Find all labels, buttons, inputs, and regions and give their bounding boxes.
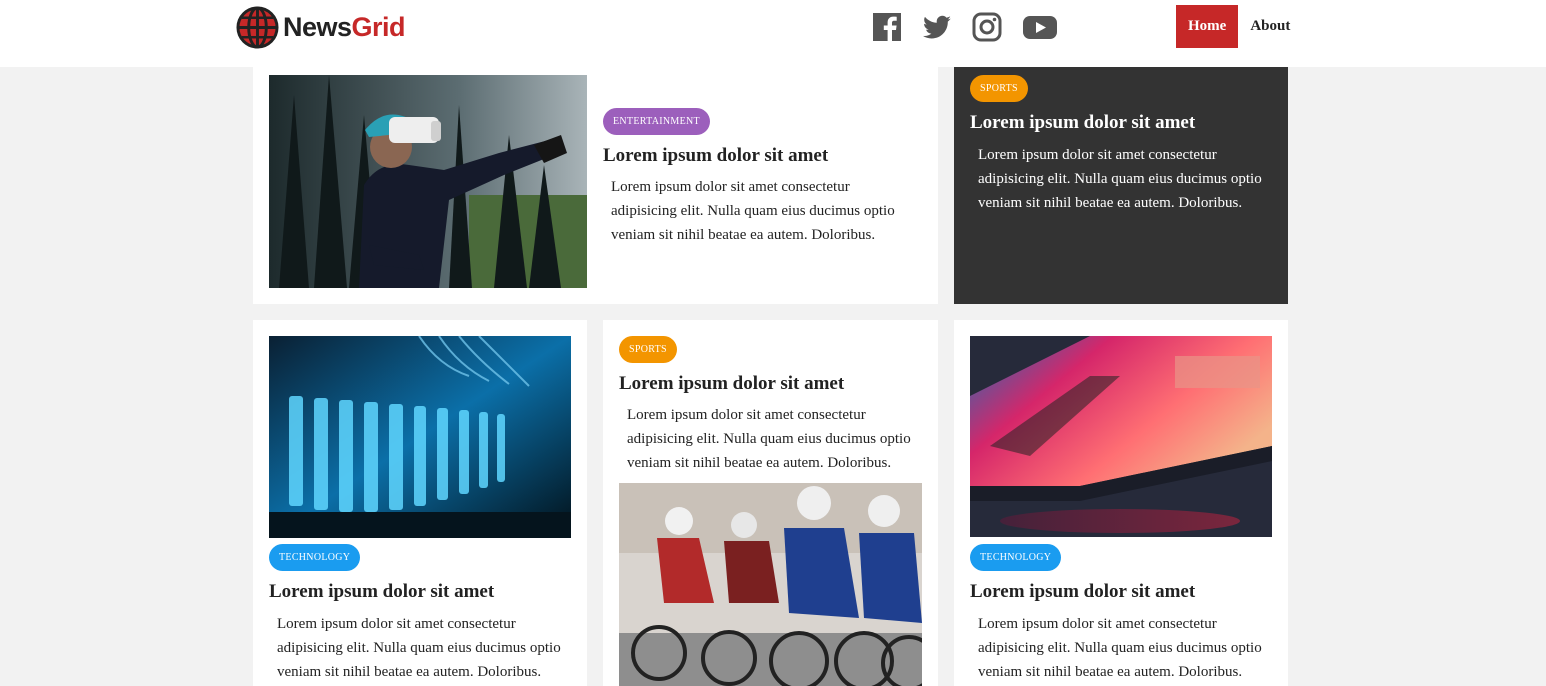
article-excerpt: Lorem ipsum dolor sit amet consectetur a… xyxy=(978,616,1262,680)
article-image-server xyxy=(269,336,571,538)
article-card-technology[interactable]: TECHNOLOGY Lorem ipsum dolor sit amet Lo… xyxy=(253,320,587,686)
twitter-icon[interactable] xyxy=(922,12,952,42)
article-title[interactable]: Lorem ipsum dolor sit amet xyxy=(970,581,1195,603)
article-card-technology-2[interactable]: TECHNOLOGY Lorem ipsum dolor sit amet Lo… xyxy=(954,320,1288,686)
main-nav: Home About xyxy=(1176,5,1302,48)
article-excerpt: Lorem ipsum dolor sit amet consectetur a… xyxy=(978,147,1262,211)
instagram-icon[interactable] xyxy=(972,12,1002,42)
article-excerpt: Lorem ipsum dolor sit amet consectetur a… xyxy=(627,407,911,471)
logo[interactable]: NewsGrid xyxy=(236,5,406,49)
nav-about-link[interactable]: About xyxy=(1238,5,1302,48)
article-title[interactable]: Lorem ipsum dolor sit amet xyxy=(970,112,1195,134)
article-excerpt: Lorem ipsum dolor sit amet consectetur a… xyxy=(277,616,561,680)
youtube-icon[interactable] xyxy=(1022,12,1058,42)
category-badge[interactable]: SPORTS xyxy=(619,336,677,363)
facebook-icon[interactable] xyxy=(872,12,902,42)
social-links xyxy=(872,12,1078,42)
globe-icon xyxy=(236,5,279,49)
category-badge[interactable]: TECHNOLOGY xyxy=(269,544,361,571)
article-image-vr xyxy=(269,75,587,288)
article-title[interactable]: Lorem ipsum dolor sit amet xyxy=(603,145,828,167)
article-card-sports[interactable]: SPORTS Lorem ipsum dolor sit amet Lorem … xyxy=(603,320,938,686)
article-image-cyclists xyxy=(619,483,922,686)
site-header: NewsGrid Home About xyxy=(0,0,1546,67)
article-image-laptop xyxy=(970,336,1272,537)
article-card-featured[interactable]: ENTERTAINMENT Lorem ipsum dolor sit amet… xyxy=(253,67,938,304)
article-title[interactable]: Lorem ipsum dolor sit amet xyxy=(269,581,494,603)
category-badge[interactable]: TECHNOLOGY xyxy=(970,544,1062,571)
article-excerpt: Lorem ipsum dolor sit amet consectetur a… xyxy=(611,179,895,243)
article-card-dark[interactable]: SPORTS Lorem ipsum dolor sit amet Lorem … xyxy=(954,67,1288,304)
category-badge[interactable]: SPORTS xyxy=(970,75,1028,102)
brand-name: NewsGrid xyxy=(283,11,406,42)
category-badge[interactable]: ENTERTAINMENT xyxy=(603,108,710,135)
article-title[interactable]: Lorem ipsum dolor sit amet xyxy=(619,373,844,395)
nav-home-link[interactable]: Home xyxy=(1176,5,1239,48)
